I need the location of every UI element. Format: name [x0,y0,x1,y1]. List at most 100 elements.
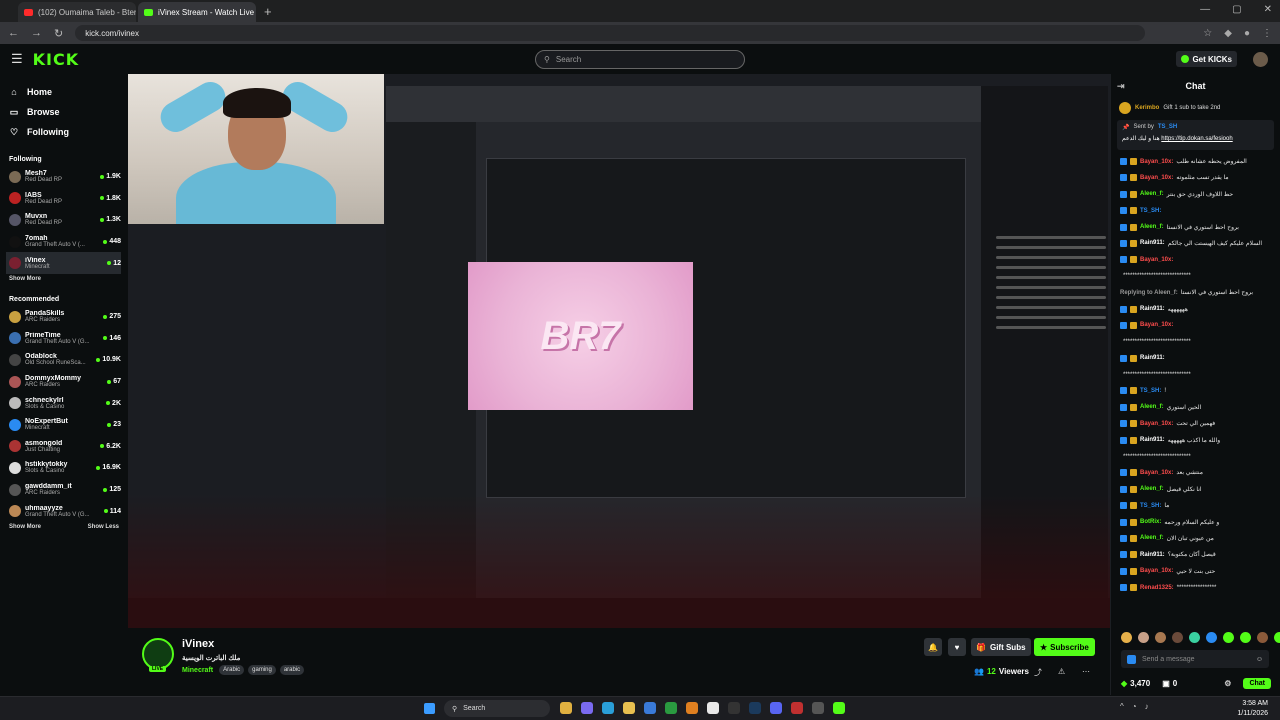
sidebar-channel-mesh7[interactable]: Mesh7 Red Dead RP 1.9K [9,166,121,188]
chat-username[interactable]: Aleen_f: [1140,535,1164,541]
browser-tab-kick[interactable]: iVinex Stream - Watch Live on × [138,2,256,22]
subscribe-button[interactable]: ★ Subscribe [1034,638,1095,656]
show-more-label[interactable]: Show More [9,524,41,530]
tray-arrow-icon[interactable]: ^ [1120,702,1124,711]
browser-tab-youtube[interactable]: (102) Oumaima Taleb - Bterjo × [18,2,136,22]
sidebar-channel-noexpertbut[interactable]: NoExpertBut Minecraft 23 [9,414,121,436]
sidebar-channel-7omah[interactable]: 7omah Grand Theft Auto V (... 448 [9,231,121,253]
discord-icon[interactable] [770,702,782,714]
stream-tag[interactable]: gaming [248,665,276,675]
system-clock[interactable]: 3:58 AM 1/11/2026 [1237,699,1268,719]
report-icon[interactable]: ⚠ [1058,667,1065,676]
bookmark-star-icon[interactable]: ☆ [1203,28,1212,39]
gift-subs-button[interactable]: 🎁 Gift Subs [971,638,1031,656]
video-player[interactable]: BR7 [128,74,1110,628]
sidebar-channel-ivinex[interactable]: iVinex Minecraft 12 [6,252,121,274]
emote-icon[interactable] [1155,632,1166,643]
stream-category[interactable]: Minecraft [182,667,213,674]
windows-start-icon[interactable] [424,703,435,714]
sidebar-channel-uhmaayyze[interactable]: uhmaayyze Grand Theft Auto V (G... 114 [9,500,121,522]
chat-username[interactable]: Aleen_f: [1140,404,1164,410]
app-icon[interactable] [812,702,824,714]
sidebar-channel-odablock[interactable]: Odablock Old School RuneSca... 10.9K [9,349,121,371]
chat-username[interactable]: Rain911: [1140,552,1165,558]
chat-username[interactable]: Bayan_10x: [1140,175,1173,181]
chat-username[interactable]: Bayan_10x: [1140,470,1173,476]
chat-username[interactable]: Aleen_f: [1140,224,1164,230]
folder-icon[interactable] [623,702,635,714]
app-icon[interactable] [686,702,698,714]
show-more-label[interactable]: Show More [9,276,41,282]
get-kicks-button[interactable]: Get KICKs [1176,51,1237,67]
chat-username[interactable]: TS_SH: [1140,388,1161,394]
chat-username[interactable]: Replying to Aleen_f: [1120,290,1178,296]
chat-username[interactable]: Rain911: [1140,355,1165,361]
chat-username[interactable]: Bayan_10x: [1140,568,1173,574]
hamburger-menu-icon[interactable]: ☰ [11,51,23,67]
profile-icon[interactable]: ● [1244,28,1250,39]
chat-username[interactable]: Bayan_10x: [1140,159,1173,165]
emote-icon[interactable] [1206,632,1217,643]
maximize-icon[interactable]: ▢ [1232,4,1241,15]
chat-username[interactable]: Rain911: [1140,437,1165,443]
emoji-icon[interactable]: ☺ [1256,656,1263,663]
stream-tag[interactable]: arabic [279,665,305,675]
sidebar-channel-schneckyirl[interactable]: schneckyIrl Slots & Casino 2K [9,392,121,414]
steam-icon[interactable] [749,702,761,714]
sidebar-channel-iabs[interactable]: IABS Red Dead RP 1.8K [9,188,121,210]
sidebar-channel-muvxn[interactable]: Muvxn Red Dead RP 1.3K [9,209,121,231]
chat-username[interactable]: Aleen_f: [1140,191,1164,197]
chrome-icon[interactable] [707,702,719,714]
sidebar-channel-pandaskills[interactable]: PandaSkills ARC Raiders 275 [9,306,121,328]
streamer-name[interactable]: iVinex [182,638,214,650]
emote-icon[interactable] [1274,632,1280,643]
share-icon[interactable]: ⤴ [1034,667,1042,678]
follow-heart-button[interactable]: ♥ [948,638,966,656]
emote-icon[interactable] [1240,632,1251,643]
pinned-link[interactable]: https://tip.dokan.sa/fesiooh [1161,136,1232,142]
chat-username[interactable]: Rain911: [1140,240,1165,246]
send-chat-button[interactable]: Chat [1243,677,1271,689]
collapse-chat-icon[interactable]: ⇥ [1117,81,1125,92]
chat-username[interactable]: Bayan_10x: [1140,421,1173,427]
close-window-icon[interactable]: ✕ [1264,4,1272,15]
chat-username[interactable]: Bayan_10x: [1140,322,1173,328]
forward-icon[interactable]: → [31,27,42,39]
emote-icon[interactable] [1121,632,1132,643]
back-icon[interactable]: ← [8,27,19,39]
gifter-name[interactable]: Kerimbo [1135,105,1159,111]
reload-icon[interactable]: ↻ [54,27,63,40]
gift-count[interactable]: 0 [1173,679,1177,688]
new-tab-button[interactable]: + [258,4,278,19]
sidebar-channel-hstikkytokky[interactable]: hstikkytokky Slots & Casino 16.9K [9,457,121,479]
more-options-icon[interactable]: ⋯ [1082,667,1090,676]
kick-logo[interactable]: KICK [33,50,80,69]
emote-icon[interactable] [1257,632,1268,643]
stream-tag[interactable]: Arabic [219,665,245,675]
store-icon[interactable] [644,702,656,714]
chat-username[interactable]: Rain911: [1140,306,1165,312]
points-value[interactable]: 3,470 [1130,679,1150,688]
chat-username[interactable]: TS_SH: [1140,503,1161,509]
user-avatar[interactable] [1253,52,1268,67]
app-icon[interactable] [791,702,803,714]
edge-icon[interactable] [602,702,614,714]
show-less-label[interactable]: Show Less [88,524,119,530]
wifi-icon[interactable]: ◔ [1132,702,1137,711]
sidebar-channel-dommyxmommy[interactable]: DommyxMommy ARC Raiders 67 [9,371,121,393]
chat-username[interactable]: Aleen_f: [1140,486,1164,492]
show-more-following[interactable]: Show More [9,276,119,282]
chat-username[interactable]: Renad1325: [1140,585,1174,591]
url-field[interactable]: kick.com/ivinex [75,25,1146,41]
emote-icon[interactable] [1189,632,1200,643]
pinned-user[interactable]: TS_SH [1158,124,1177,131]
kick-app-icon[interactable] [833,702,845,714]
sidebar-item-following[interactable]: ♡ Following [9,122,127,142]
sidebar-item-browse[interactable]: ▭ Browse [9,102,127,122]
chat-username[interactable]: Bayan_10x: [1140,257,1173,263]
sidebar-channel-primetime[interactable]: PrimeTime Grand Theft Auto V (G... 146 [9,328,121,350]
menu-icon[interactable]: ⋮ [1262,28,1272,39]
emote-icon[interactable] [1172,632,1183,643]
app-icon[interactable] [728,702,740,714]
taskbar-search[interactable]: ⚲ Search [444,700,550,717]
